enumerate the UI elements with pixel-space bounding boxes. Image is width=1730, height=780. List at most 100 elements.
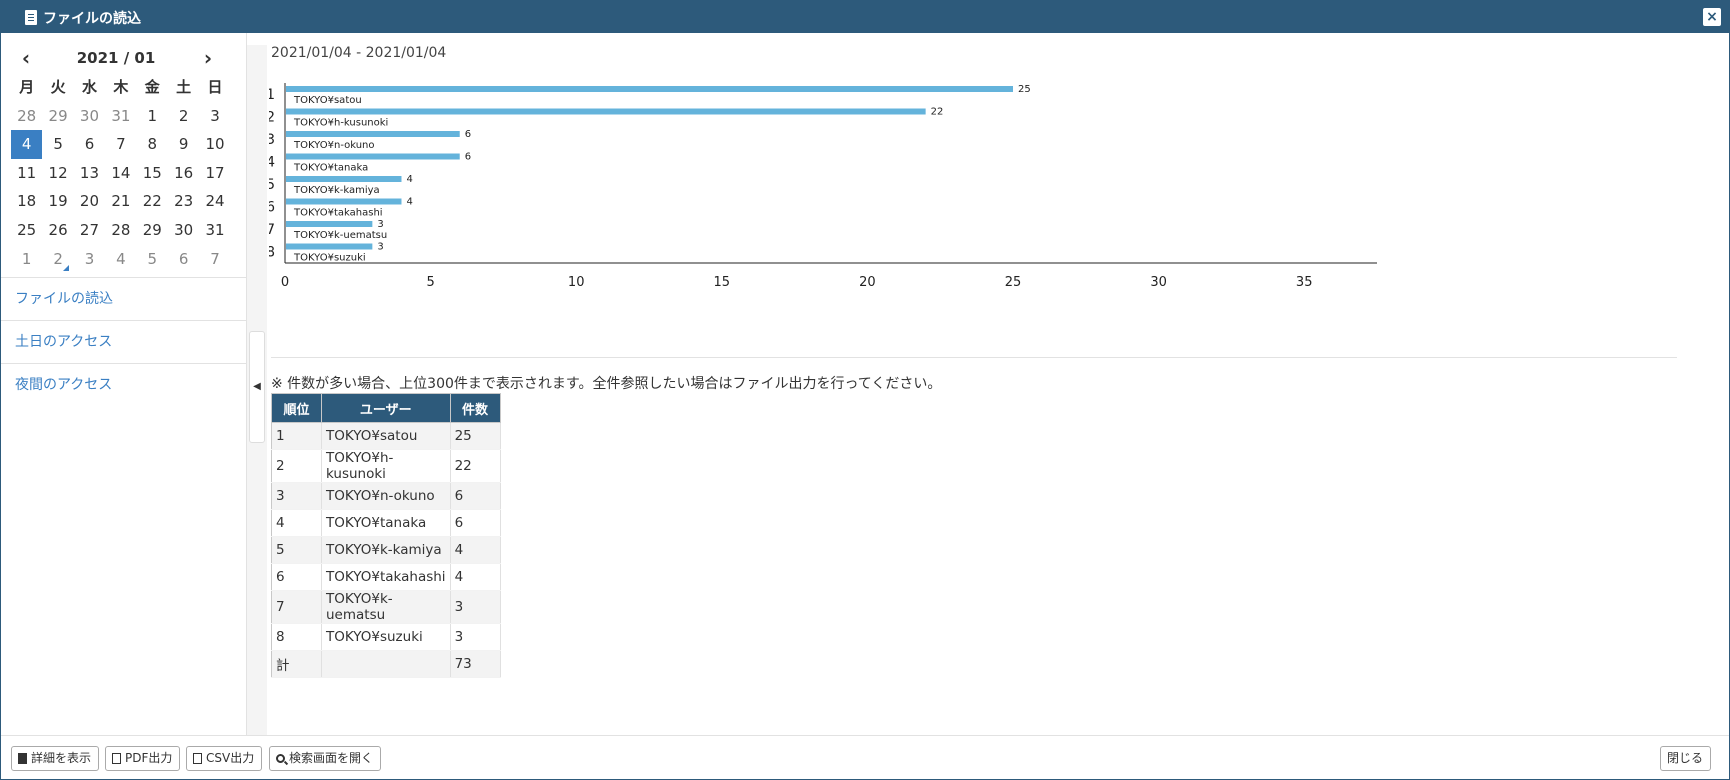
pdf-file-icon xyxy=(112,753,121,764)
calendar-day[interactable]: 31 xyxy=(105,102,136,131)
nav-item-file-read[interactable]: ファイルの読込 xyxy=(1,277,247,320)
chart-bar xyxy=(286,243,373,250)
calendar-weekday: 土 xyxy=(176,78,192,96)
chevron-left-icon[interactable]: ‹ xyxy=(15,47,37,69)
calendar-day[interactable]: 28 xyxy=(105,216,136,245)
calendar-day[interactable]: 29 xyxy=(42,102,73,131)
y-tick-label: 6 xyxy=(269,200,275,216)
calendar-day[interactable]: 6 xyxy=(168,245,199,274)
count-cell: 4 xyxy=(450,536,501,564)
chart-bar xyxy=(286,221,373,227)
count-cell: 4 xyxy=(450,563,501,591)
calendar-week-row: 1234567 xyxy=(11,245,231,274)
bar-user-label: TOKYO¥takahashi xyxy=(293,208,383,219)
rank-cell: 5 xyxy=(271,536,322,564)
rank-cell: 3 xyxy=(271,482,322,510)
open-search-button[interactable]: 検索画面を開く xyxy=(269,746,382,771)
y-tick-label: 2 xyxy=(269,110,275,126)
table-row: 2 TOKYO¥h-kusunoki 22 xyxy=(271,449,501,483)
calendar-day[interactable]: 7 xyxy=(199,245,230,274)
close-icon[interactable]: × xyxy=(1703,8,1721,26)
chart-bar xyxy=(286,153,460,160)
calendar-day[interactable]: 15 xyxy=(137,159,168,188)
pdf-export-label: PDF出力 xyxy=(125,751,173,765)
calendar-day[interactable]: 29 xyxy=(137,216,168,245)
close-button[interactable]: 閉じる xyxy=(1659,746,1711,771)
calendar-day[interactable]: 1 xyxy=(11,245,42,274)
nav-item-weekend-access[interactable]: 土日のアクセス xyxy=(1,320,247,363)
calendar-day[interactable]: 13 xyxy=(74,159,105,188)
calendar-day[interactable]: 5 xyxy=(42,130,73,159)
calendar-day[interactable]: 9 xyxy=(168,130,199,159)
calendar-day[interactable]: 30 xyxy=(168,216,199,245)
col-user-header[interactable]: ユーザー xyxy=(321,393,451,423)
x-tick-label: 25 xyxy=(1005,275,1022,290)
calendar-day[interactable]: 2 xyxy=(42,245,73,274)
count-cell: 6 xyxy=(450,509,501,537)
calendar-day[interactable]: 17 xyxy=(199,159,230,188)
date-range: 2021/01/04 - 2021/01/04 xyxy=(271,45,447,61)
calendar-day[interactable]: 28 xyxy=(11,102,42,131)
x-tick-label: 20 xyxy=(859,275,876,290)
calendar-week-row: 18 19 20 21 22 23 24 xyxy=(11,187,231,216)
calendar-day[interactable]: 7 xyxy=(105,130,136,159)
calendar-day[interactable]: 14 xyxy=(105,159,136,188)
nav-item-night-access[interactable]: 夜間のアクセス xyxy=(1,363,247,406)
calendar-day[interactable]: 4 xyxy=(105,245,136,274)
count-cell: 3 xyxy=(450,623,501,651)
calendar-day[interactable]: 3 xyxy=(74,245,105,274)
calendar-day[interactable]: 5 xyxy=(137,245,168,274)
calendar-day[interactable]: 4 xyxy=(11,130,43,159)
calendar-day[interactable]: 22 xyxy=(137,187,168,216)
calendar-day[interactable]: 6 xyxy=(74,130,105,159)
file-read-dialog: ファイルの読込 × 2021 / 01 ‹ › 月火水木金土日 28 29 30 31 1… xyxy=(0,0,1730,780)
bar-user-label: TOKYO¥h-kusunoki xyxy=(293,118,388,129)
collapse-handle[interactable]: ◀ xyxy=(249,331,265,443)
user-cell: TOKYO¥k-kamiya xyxy=(321,536,451,564)
x-tick-label: 0 xyxy=(281,275,289,290)
ranking-bar-chart: 25 TOKYO¥satou 1 22 TOKYO¥h-kusunoki 2 6 TOKYO¥… xyxy=(269,83,1377,290)
calendar-day[interactable]: 23 xyxy=(168,187,199,216)
pdf-export-button[interactable]: PDF出力 xyxy=(105,746,181,771)
calendar-day[interactable]: 10 xyxy=(199,130,230,159)
chart-bar xyxy=(286,176,402,182)
file-icon xyxy=(18,753,27,764)
csv-export-button[interactable]: CSV出力 xyxy=(186,746,263,771)
calendar-weekday-row: 月火水木金土日 xyxy=(11,73,231,102)
calendar-day[interactable]: 27 xyxy=(74,216,105,245)
calendar-day[interactable]: 3 xyxy=(199,102,230,131)
calendar-day[interactable]: 30 xyxy=(74,102,105,131)
rank-cell: 2 xyxy=(271,449,322,483)
user-cell xyxy=(321,650,451,678)
calendar-day[interactable]: 31 xyxy=(199,216,230,245)
calendar-grid: 月火水木金土日 28 29 30 31 1 2 3 4 5 6 7 8 9 10 11 12 13 14 15 16 17… xyxy=(11,73,231,273)
dialog-title: ファイルの読込 xyxy=(43,11,141,27)
calendar-day[interactable]: 18 xyxy=(11,187,42,216)
calendar-day[interactable]: 24 xyxy=(199,187,230,216)
csv-export-label: CSV出力 xyxy=(206,751,255,765)
main-content: 2021/01/04 - 2021/01/04 25 TOKYO¥satou 1 22… xyxy=(269,33,1719,735)
bar-user-label: TOKYO¥satou xyxy=(293,95,362,106)
calendar-day[interactable]: 26 xyxy=(42,216,73,245)
chevron-right-icon[interactable]: › xyxy=(197,47,219,69)
calendar-day[interactable]: 16 xyxy=(168,159,199,188)
calendar-day[interactable]: 20 xyxy=(74,187,105,216)
table-row: 4 TOKYO¥tanaka 6 xyxy=(271,509,501,537)
col-count-header[interactable]: 件数 xyxy=(449,393,501,423)
calendar-weekday: 水 xyxy=(81,78,97,96)
col-rank-header[interactable]: 順位 xyxy=(271,393,322,423)
calendar-day[interactable]: 19 xyxy=(42,187,73,216)
calendar-day[interactable]: 11 xyxy=(11,159,42,188)
x-tick-label: 10 xyxy=(568,275,585,290)
calendar-day[interactable]: 21 xyxy=(105,187,136,216)
user-cell: TOKYO¥h-kusunoki xyxy=(321,449,451,483)
document-icon xyxy=(25,10,37,25)
calendar-day[interactable]: 25 xyxy=(11,216,42,245)
show-detail-button[interactable]: 詳細を表示 xyxy=(11,746,100,771)
calendar-day[interactable]: 8 xyxy=(137,130,168,159)
calendar-header: 2021 / 01 ‹ › xyxy=(1,47,231,69)
calendar-day[interactable]: 1 xyxy=(137,102,168,131)
calendar-day[interactable]: 12 xyxy=(42,159,73,188)
calendar-day[interactable]: 2 xyxy=(168,102,199,131)
y-tick-label: 7 xyxy=(269,222,275,238)
